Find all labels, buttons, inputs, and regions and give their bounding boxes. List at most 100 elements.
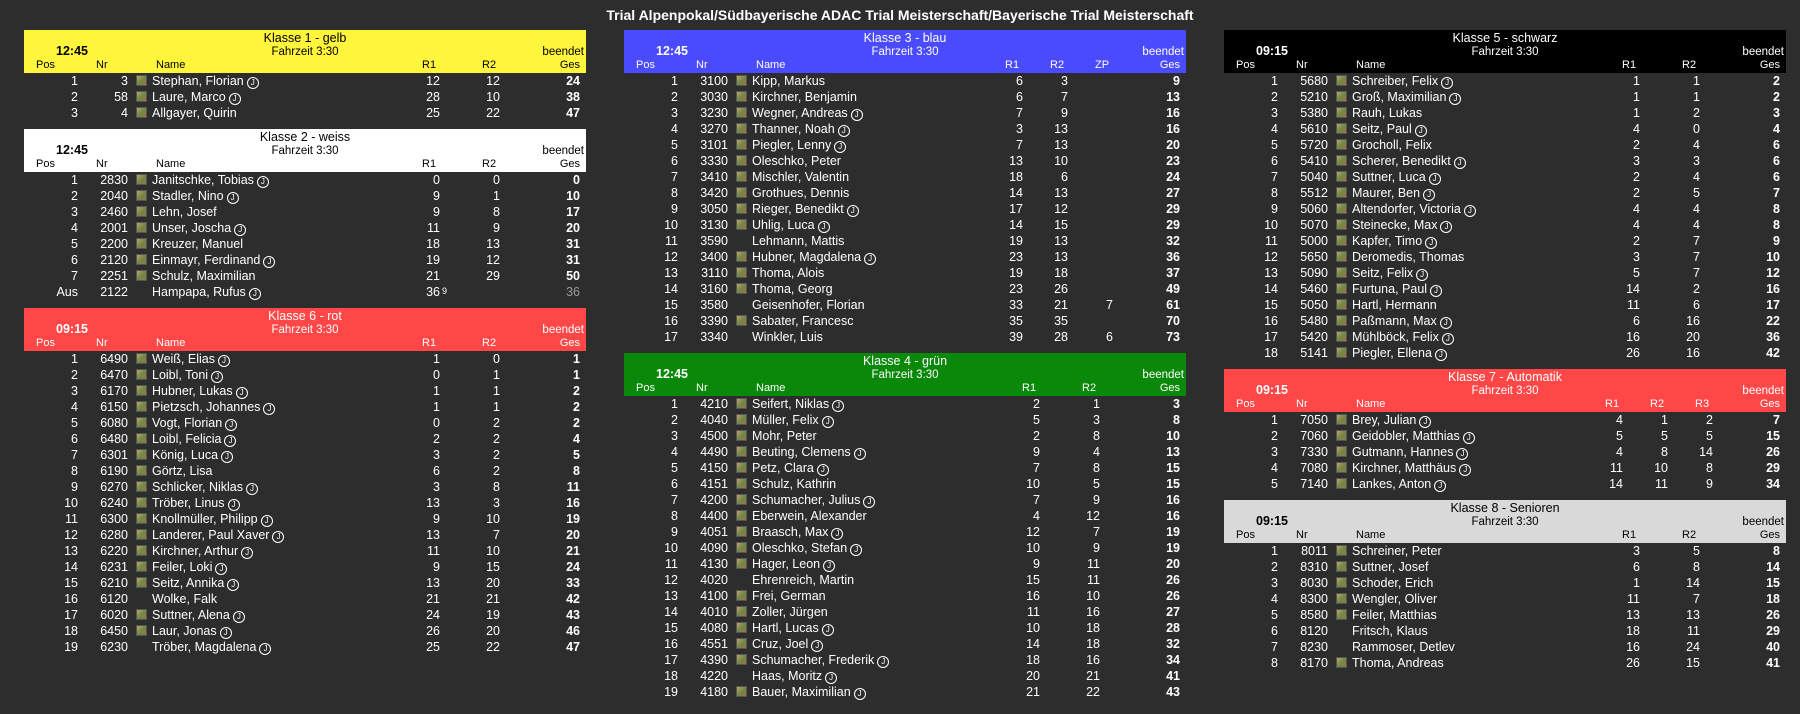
start-number: 2001 <box>100 221 128 235</box>
total-score: 26 <box>1166 573 1180 587</box>
junior-icon: J <box>1453 157 1466 169</box>
result-row: 11 5000 Kapfer, Timo J 2 7 9 <box>1224 233 1786 249</box>
total-score: 0 <box>573 173 580 187</box>
round-score: 25 <box>426 106 440 120</box>
result-row: 17 4390 Schumacher, Frederik J 18 16 34 <box>624 652 1186 668</box>
round-score: 11 <box>1027 605 1040 619</box>
total-score: 7 <box>1773 413 1780 427</box>
round-score: 21 <box>426 269 440 283</box>
round-score: 1 <box>1693 74 1700 88</box>
rider-name-text: Rieger, Benedikt <box>752 202 844 216</box>
result-row: 1 6490 Weiß, Elias J 1 0 1 <box>24 351 586 367</box>
round-score: 13 <box>1054 138 1068 152</box>
round-score: 0 <box>433 368 440 382</box>
total-score: 9 <box>1173 74 1180 88</box>
flag-icon <box>1336 577 1347 588</box>
column-header: R2 <box>482 59 497 71</box>
start-number: 6270 <box>100 480 128 494</box>
total-score: 24 <box>1166 170 1180 184</box>
junior-icon: J <box>226 192 239 204</box>
rider-name-text: Grocholl, Felix <box>1352 138 1432 152</box>
class-name: Klasse 4 - grün <box>862 354 948 368</box>
class-panel: Klasse 3 - blau 12:45 Fahrzeit 3:30 beendet… <box>624 30 1186 345</box>
rider-name: Seitz, Annika J <box>152 576 240 591</box>
round-score: 1 <box>1633 90 1640 104</box>
round-score: 7 <box>1693 234 1700 248</box>
total-score: 19 <box>566 512 580 526</box>
rider-name: Uhlig, Luca J <box>752 218 830 233</box>
rider-name: Hubner, Magdalena J <box>752 250 877 265</box>
round-score: 10 <box>1026 621 1040 635</box>
flag-icon <box>1336 123 1347 134</box>
round-score: 1 <box>493 384 500 398</box>
round-score: 24 <box>1686 640 1700 654</box>
rider-name-text: Mühlböck, Felix <box>1352 330 1439 344</box>
column-header: Name <box>1356 59 1386 71</box>
round-score: 1 <box>1633 74 1640 88</box>
column-header: R3 <box>1695 398 1710 410</box>
round-score: 26 <box>426 624 440 638</box>
total-score: 42 <box>1766 346 1780 360</box>
result-row: 9 6270 Schlicker, Niklas J 3 8 11 <box>24 479 586 495</box>
rider-name: Vogt, Florian J <box>152 416 238 431</box>
class-header: Klasse 1 - gelb 12:45 Fahrzeit 3:30 beendet… <box>24 30 586 73</box>
round-score: 6 <box>433 464 440 478</box>
flag-icon <box>136 385 147 396</box>
round-score: 7 <box>1693 266 1700 280</box>
flag-icon <box>736 107 747 118</box>
flag-icon <box>1336 75 1347 86</box>
junior-icon: J <box>821 416 834 428</box>
round-score: 20 <box>1026 669 1040 683</box>
round-score: 26 <box>1626 656 1640 670</box>
round-score: 5 <box>1706 429 1713 443</box>
total-score: 22 <box>1766 314 1780 328</box>
round-score: 2 <box>433 432 440 446</box>
round-score: 1 <box>1093 397 1100 411</box>
flag-icon <box>136 222 147 233</box>
total-score: 31 <box>566 237 580 251</box>
flag-icon <box>736 654 747 665</box>
flag-icon <box>1336 267 1347 278</box>
result-row: 5 2200 Kreuzer, Manuel 18 13 31 <box>24 236 586 252</box>
rider-name-text: Vogt, Florian <box>152 416 223 430</box>
result-row: 5 6080 Vogt, Florian J 0 2 2 <box>24 415 586 431</box>
round-score: 11 <box>1087 557 1100 571</box>
round-score: 4 <box>1693 138 1700 152</box>
result-row: 1 4210 Seifert, Niklas J 2 1 3 <box>624 396 1186 412</box>
rider-name: Rammoser, Detlev <box>1352 640 1455 654</box>
rider-name-text: Brey, Julian <box>1352 413 1417 427</box>
result-row: 6 5410 Scherer, Benedikt J 3 3 6 <box>1224 153 1786 169</box>
total-score: 47 <box>566 640 580 654</box>
start-number: 3050 <box>700 202 728 216</box>
result-row: 6 2120 Einmayr, Ferdinand J 19 12 31 <box>24 252 586 268</box>
total-score: 12 <box>1766 266 1780 280</box>
round-score: 7 <box>493 528 500 542</box>
result-row: 1 8011 Schreiner, Peter 3 5 8 <box>1224 543 1786 559</box>
round-score: 9 <box>1706 477 1713 491</box>
rank: 11 <box>1265 234 1278 248</box>
rider-name: Fritsch, Klaus <box>1352 624 1428 638</box>
flag-icon <box>1336 155 1347 166</box>
flag-icon <box>1336 478 1347 489</box>
total-score: 34 <box>1166 653 1180 667</box>
flag-icon <box>1336 462 1347 473</box>
rank: 9 <box>671 525 678 539</box>
junior-icon: J <box>259 643 272 655</box>
total-score: 36 <box>566 285 580 299</box>
flag-icon <box>736 203 747 214</box>
rider-name: Feiler, Loki J <box>152 560 228 575</box>
start-number: 4490 <box>700 445 728 459</box>
rider-name-text: Kirchner, Arthur <box>152 544 239 558</box>
rider-name-text: Suttner, Alena <box>152 608 230 622</box>
rider-name-text: Feiler, Loki <box>152 560 213 574</box>
flag-icon <box>736 638 747 649</box>
round-score: 10 <box>486 90 500 104</box>
round-score: 2 <box>493 416 500 430</box>
rider-name: Thanner, Noah J <box>752 122 850 137</box>
ride-time: Fahrzeit 3:30 <box>1471 516 1539 528</box>
round-score: 2 <box>493 448 500 462</box>
round-score: 0 <box>493 352 500 366</box>
junior-icon: J <box>227 579 240 591</box>
page-title: Trial Alpenpokal/Südbayerische ADAC Tria… <box>606 7 1194 23</box>
rank: 7 <box>71 448 78 462</box>
